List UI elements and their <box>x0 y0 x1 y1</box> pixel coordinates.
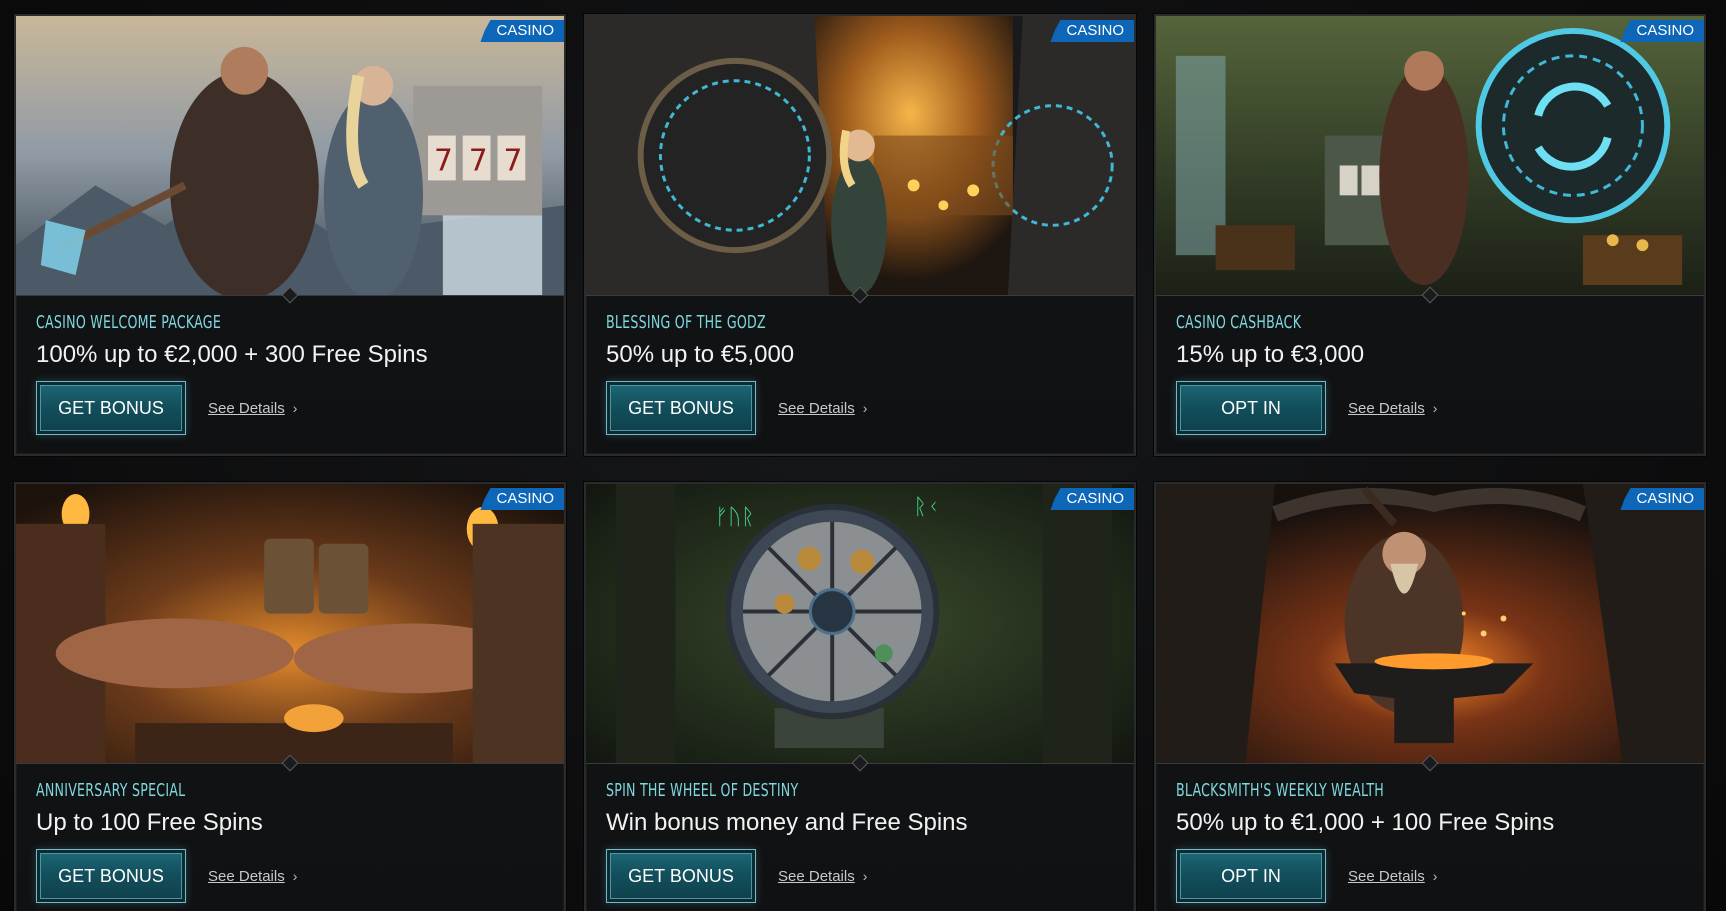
svg-text:7: 7 <box>434 143 453 178</box>
promo-card: ᚠᚢᚱ ᚱᚲ CASINO SPIN THE WHEEL OF DESTINY … <box>584 482 1136 911</box>
promo-card: CASINO ANNIVERSARY SPECIAL Up to 100 Fre… <box>14 482 566 911</box>
promo-headline: Win bonus money and Free Spins <box>606 809 968 836</box>
promotions-page: 7 7 7 CASINO CASINO WELCOME PACKAGE 100% <box>0 0 1726 911</box>
promo-body: BLESSING OF THE GODZ 50% up to €5,000 GE… <box>606 312 1118 435</box>
promo-image-feast-toast[interactable] <box>16 484 564 764</box>
promo-body: ANNIVERSARY SPECIAL Up to 100 Free Spins… <box>36 780 548 903</box>
viking-warriors-illustration: 7 7 7 <box>16 16 564 295</box>
promo-actions: OPT IN See Details › <box>1176 381 1688 435</box>
opt-in-button[interactable]: OPT IN <box>1176 381 1326 435</box>
get-bonus-button[interactable]: GET BONUS <box>606 849 756 903</box>
see-details-link[interactable]: See Details › <box>1348 400 1437 417</box>
chevron-right-icon: › <box>292 400 298 416</box>
promo-body: CASINO CASHBACK 15% up to €3,000 OPT IN … <box>1176 312 1688 435</box>
chevron-right-icon: › <box>292 868 298 884</box>
promo-kicker: CASINO WELCOME PACKAGE <box>36 312 222 333</box>
promo-actions: GET BONUS See Details › <box>606 849 1118 903</box>
promo-kicker: BLESSING OF THE GODZ <box>606 312 766 333</box>
see-details-label: See Details <box>778 867 855 885</box>
get-bonus-button[interactable]: GET BONUS <box>36 849 186 903</box>
casino-badge: CASINO <box>1050 20 1134 42</box>
promo-headline: 50% up to €5,000 <box>606 341 795 368</box>
see-details-link[interactable]: See Details › <box>778 868 867 885</box>
see-details-label: See Details <box>1348 867 1425 885</box>
promo-body: SPIN THE WHEEL OF DESTINY Win bonus mone… <box>606 780 1118 903</box>
svg-text:ᚱᚲ: ᚱᚲ <box>914 495 940 520</box>
blacksmith-forge-illustration <box>1156 484 1704 763</box>
promo-kicker: CASINO CASHBACK <box>1176 312 1302 333</box>
chevron-right-icon: › <box>862 868 868 884</box>
promo-headline: 50% up to €1,000 + 100 Free Spins <box>1176 809 1555 836</box>
svg-text:ᚠᚢᚱ: ᚠᚢᚱ <box>715 505 754 530</box>
promo-kicker: BLACKSMITH'S WEEKLY WEALTH <box>1176 780 1385 801</box>
casino-badge: CASINO <box>1050 488 1134 510</box>
see-details-label: See Details <box>778 399 855 417</box>
feast-toast-illustration <box>16 484 564 763</box>
see-details-label: See Details <box>208 399 285 417</box>
promo-card: CASINO CASINO CASHBACK 15% up to €3,000 … <box>1154 14 1706 456</box>
promo-image-blacksmith-forge[interactable] <box>1156 484 1704 764</box>
wheel-forest-illustration: ᚠᚢᚱ ᚱᚲ <box>586 484 1134 763</box>
promo-headline: 100% up to €2,000 + 300 Free Spins <box>36 341 428 368</box>
svg-text:7: 7 <box>503 143 522 178</box>
casino-badge: CASINO <box>1620 20 1704 42</box>
promo-actions: GET BONUS See Details › <box>36 381 548 435</box>
see-details-link[interactable]: See Details › <box>1348 868 1437 885</box>
casino-badge: CASINO <box>480 488 564 510</box>
promo-body: CASINO WELCOME PACKAGE 100% up to €2,000… <box>36 312 548 435</box>
promo-image-viking-warriors[interactable]: 7 7 7 <box>16 16 564 296</box>
see-details-label: See Details <box>208 867 285 885</box>
promo-image-wheel-forest[interactable]: ᚠᚢᚱ ᚱᚲ <box>586 484 1134 764</box>
see-details-link[interactable]: See Details › <box>208 400 297 417</box>
promo-body: BLACKSMITH'S WEEKLY WEALTH 50% up to €1,… <box>1176 780 1688 903</box>
promo-actions: OPT IN See Details › <box>1176 849 1688 903</box>
casino-badge: CASINO <box>1620 488 1704 510</box>
promo-image-rune-portal[interactable] <box>1156 16 1704 296</box>
promo-card: 7 7 7 CASINO CASINO WELCOME PACKAGE 100% <box>14 14 566 456</box>
see-details-label: See Details <box>1348 399 1425 417</box>
promo-kicker: SPIN THE WHEEL OF DESTINY <box>606 780 799 801</box>
chevron-right-icon: › <box>862 400 868 416</box>
promo-headline: Up to 100 Free Spins <box>36 809 263 836</box>
promo-actions: GET BONUS See Details › <box>606 381 1118 435</box>
chevron-right-icon: › <box>1432 868 1438 884</box>
promo-card: CASINO BLACKSMITH'S WEEKLY WEALTH 50% up… <box>1154 482 1706 911</box>
promo-card: CASINO BLESSING OF THE GODZ 50% up to €5… <box>584 14 1136 456</box>
promotions-grid: 7 7 7 CASINO CASINO WELCOME PACKAGE 100% <box>14 14 1706 911</box>
chevron-right-icon: › <box>1432 400 1438 416</box>
opt-in-button[interactable]: OPT IN <box>1176 849 1326 903</box>
treasure-vault-illustration <box>586 16 1134 295</box>
promo-headline: 15% up to €3,000 <box>1176 341 1365 368</box>
promo-image-treasure-vault[interactable] <box>586 16 1134 296</box>
svg-text:7: 7 <box>469 143 488 178</box>
get-bonus-button[interactable]: GET BONUS <box>36 381 186 435</box>
casino-badge: CASINO <box>480 20 564 42</box>
see-details-link[interactable]: See Details › <box>778 400 867 417</box>
get-bonus-button[interactable]: GET BONUS <box>606 381 756 435</box>
rune-portal-illustration <box>1156 16 1704 295</box>
promo-actions: GET BONUS See Details › <box>36 849 548 903</box>
promo-kicker: ANNIVERSARY SPECIAL <box>36 780 186 801</box>
see-details-link[interactable]: See Details › <box>208 868 297 885</box>
